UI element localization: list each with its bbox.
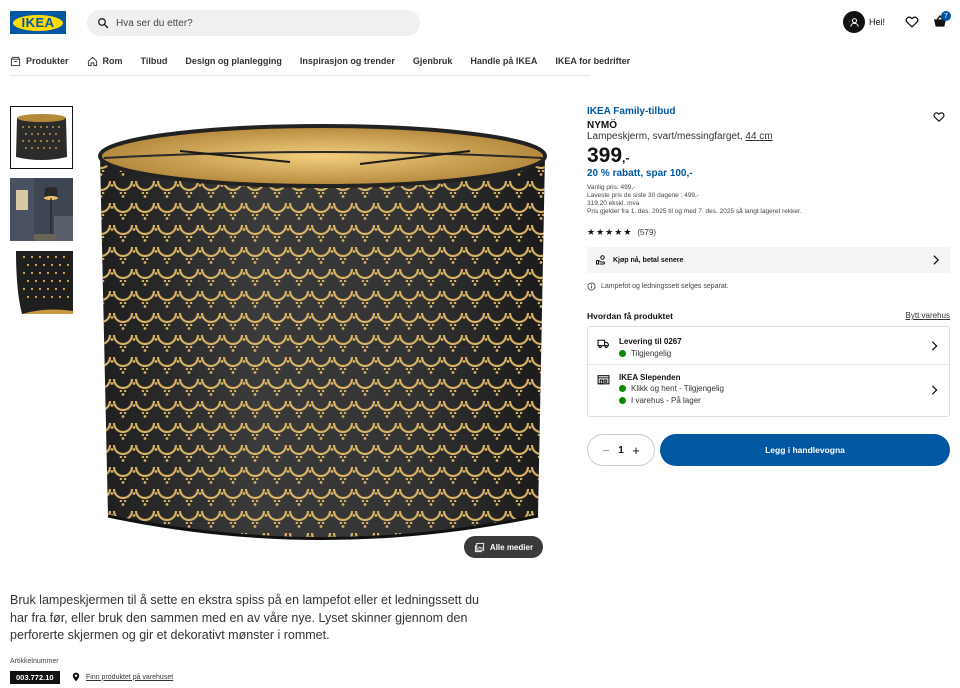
star-icon: ★ — [605, 227, 614, 237]
change-store-link[interactable]: Bytt varehus — [906, 311, 950, 320]
all-media-label: Alle medier — [489, 542, 534, 552]
price-value: 399 — [587, 144, 623, 167]
price-suffix: ,- — [622, 151, 630, 165]
lowest-price: Laveste pris de siste 30 dagene : 499,- — [587, 192, 700, 199]
cart-count-badge: 7 — [941, 11, 951, 21]
quantity-value[interactable]: 1 — [618, 445, 624, 456]
product-size-link[interactable]: 44 cm — [745, 131, 772, 142]
nav-item-inspirasjon[interactable]: Inspirasjon og trender — [300, 50, 395, 72]
price-validity: Pris gjelder fra 1. des. 2025 til og med… — [587, 208, 802, 215]
hand-coin-icon — [596, 255, 605, 265]
nav-item-gjenbruk[interactable]: Gjenbruk — [413, 50, 453, 72]
article-number: 003.772.10 — [10, 671, 60, 684]
nav-item-label: Design og planlegging — [185, 56, 282, 66]
store-name: IKEA Slependen — [619, 373, 681, 382]
nav-item-label: Rom — [102, 56, 123, 66]
house-icon — [87, 56, 97, 66]
thumbnail-2[interactable] — [10, 178, 73, 241]
find-in-store-label: Finn produktet på varehuset — [86, 673, 174, 681]
store-icon — [597, 375, 610, 385]
availability-status: I varehus - På lager — [619, 396, 701, 405]
ikea-logo[interactable]: IKEA — [10, 11, 66, 34]
star-icon: ★ — [614, 227, 623, 237]
product-name: NYMÖ — [587, 120, 617, 131]
article-number-label: Artikkelnummer — [10, 658, 59, 665]
greeting-text[interactable]: Hei! — [869, 17, 885, 27]
truck-icon — [597, 339, 609, 349]
discount-text: 20 % rabatt, spar 100,- — [587, 168, 693, 179]
nav-item-label: Tilbud — [140, 56, 168, 66]
find-in-store-link[interactable]: Finn produktet på varehuset — [72, 672, 173, 682]
delivery-option-title: Levering til 0267 — [619, 337, 682, 346]
availability-text: I varehus - På lager — [631, 396, 701, 405]
delivery-options: Levering til 0267 Tilgjengelig IKEA Slep… — [587, 326, 950, 417]
thumbnail-1[interactable] — [10, 106, 73, 169]
price: 399,- — [587, 144, 629, 168]
product-description: Lampeskjerm, svart/messingfarget, 44 cm — [587, 131, 773, 142]
info-icon — [587, 282, 596, 291]
location-pin-icon — [72, 672, 80, 682]
available-dot-icon — [619, 350, 626, 357]
nav-item-label: Inspirasjon og trender — [299, 56, 395, 66]
delivery-section-title: Hvordan få produktet — [587, 311, 673, 321]
nav-item-rom[interactable]: Rom — [87, 50, 123, 72]
availability-text: Tilgjengelig — [631, 349, 672, 358]
search-icon — [98, 18, 109, 29]
product-note-text: Lampefot og ledningssett selges separat. — [601, 283, 729, 290]
half-star-icon: ★ — [623, 227, 632, 237]
nav-item-label: Produkter — [26, 56, 69, 66]
rating-count: (579) — [637, 228, 657, 237]
product-note: Lampefot og ledningssett selges separat. — [587, 282, 729, 291]
add-to-cart-button[interactable]: Legg i handlevogna — [660, 434, 950, 466]
heart-icon[interactable] — [905, 15, 919, 29]
user-button[interactable] — [843, 11, 865, 33]
quantity-stepper: − 1 + — [587, 434, 655, 466]
rating[interactable]: ★ ★ ★ ★ ★ (579) — [587, 227, 656, 238]
delivery-option-store[interactable]: IKEA Slependen Klikk og hent - Tilgjenge… — [588, 365, 949, 417]
decrease-quantity-button[interactable]: − — [600, 443, 612, 458]
search-input[interactable] — [116, 17, 396, 29]
available-dot-icon — [619, 385, 626, 392]
nav-item-label: Handle på IKEA — [470, 56, 538, 66]
delivery-option-home[interactable]: Levering til 0267 Tilgjengelig — [588, 327, 949, 365]
price-ex-vat: 319,20 ekskl. mva — [587, 200, 640, 207]
availability-status: Tilgjengelig — [619, 349, 671, 358]
room-thumbnail-image — [10, 178, 73, 241]
favorite-heart-icon[interactable] — [933, 111, 945, 123]
nav-item-design[interactable]: Design og planlegging — [185, 50, 282, 72]
regular-price: Vanlig pris: 499,- — [587, 184, 636, 191]
user-icon — [849, 17, 859, 27]
chevron-right-icon — [931, 385, 938, 395]
nav-item-produkter[interactable]: Produkter — [10, 50, 69, 72]
thumbnail-3[interactable] — [10, 251, 73, 314]
nav-item-handle[interactable]: Handle på IKEA — [470, 50, 537, 72]
availability-text: Klikk og hent - Tilgjengelig — [631, 384, 724, 393]
star-icon: ★ — [587, 227, 596, 237]
buy-now-pay-later-label: Kjøp nå, betal senere — [613, 256, 684, 264]
available-dot-icon — [619, 397, 626, 404]
buy-now-pay-later-banner[interactable]: Kjøp nå, betal senere — [587, 247, 950, 273]
gallery-icon — [474, 542, 485, 552]
product-main-image — [98, 124, 547, 540]
chevron-right-icon — [931, 341, 938, 351]
box-icon — [10, 56, 21, 66]
nav-item-bedrifter[interactable]: IKEA for bedrifter — [555, 50, 630, 72]
increase-quantity-button[interactable]: + — [630, 443, 642, 458]
product-type: Lampeskjerm, svart/messingfarget, — [587, 131, 743, 142]
search-bar[interactable] — [87, 10, 420, 36]
logo-text: IKEA — [13, 14, 63, 31]
nav-item-label: Gjenbruk — [412, 56, 453, 66]
product-long-description: Bruk lampeskjermen til å sette en ekstra… — [10, 593, 479, 642]
chevron-right-icon — [933, 255, 940, 265]
nav-item-tilbud[interactable]: Tilbud — [141, 50, 168, 72]
availability-status: Klikk og hent - Tilgjengelig — [619, 384, 724, 393]
star-icon: ★ — [596, 227, 605, 237]
lampshade-thumbnail-image — [11, 107, 72, 168]
offer-label: IKEA Family-tilbud — [587, 106, 676, 117]
main-nav: Produkter Rom Tilbud Design og planleggi… — [10, 50, 630, 76]
all-media-button[interactable]: Alle medier — [464, 536, 543, 558]
lampshade-detail-thumbnail-image — [10, 251, 73, 314]
nav-item-label: IKEA for bedrifter — [555, 56, 631, 66]
